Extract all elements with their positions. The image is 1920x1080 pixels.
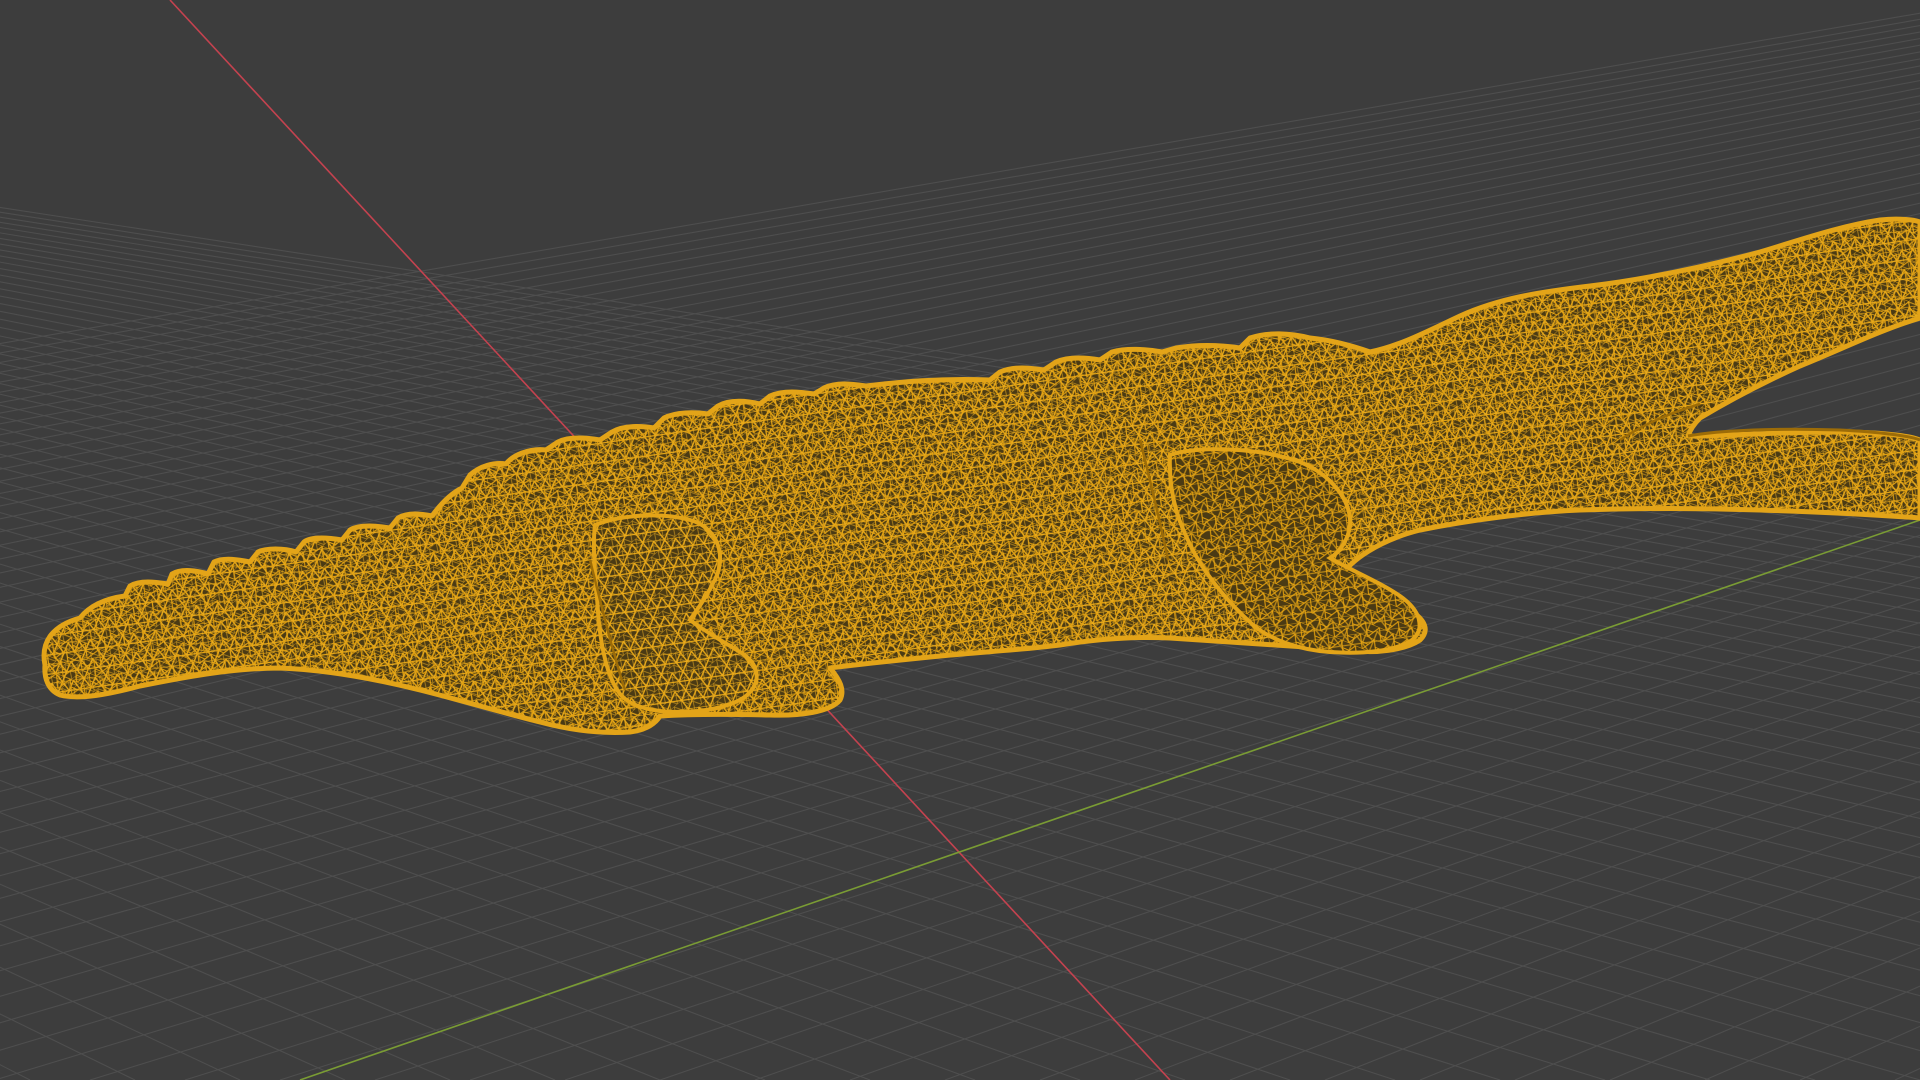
- crocodile-wire-layer-c: [44, 219, 1920, 733]
- grid-line: [0, 966, 241, 1080]
- grid-line: [1894, 1067, 1920, 1080]
- 3d-viewport[interactable]: [0, 0, 1920, 1080]
- crocodile-mesh[interactable]: [0, 180, 1920, 780]
- grid-line: [0, 1013, 136, 1080]
- grid-line: [1514, 910, 1920, 1080]
- grid-line: [0, 923, 346, 1080]
- viewport-canvas[interactable]: [0, 0, 1920, 1080]
